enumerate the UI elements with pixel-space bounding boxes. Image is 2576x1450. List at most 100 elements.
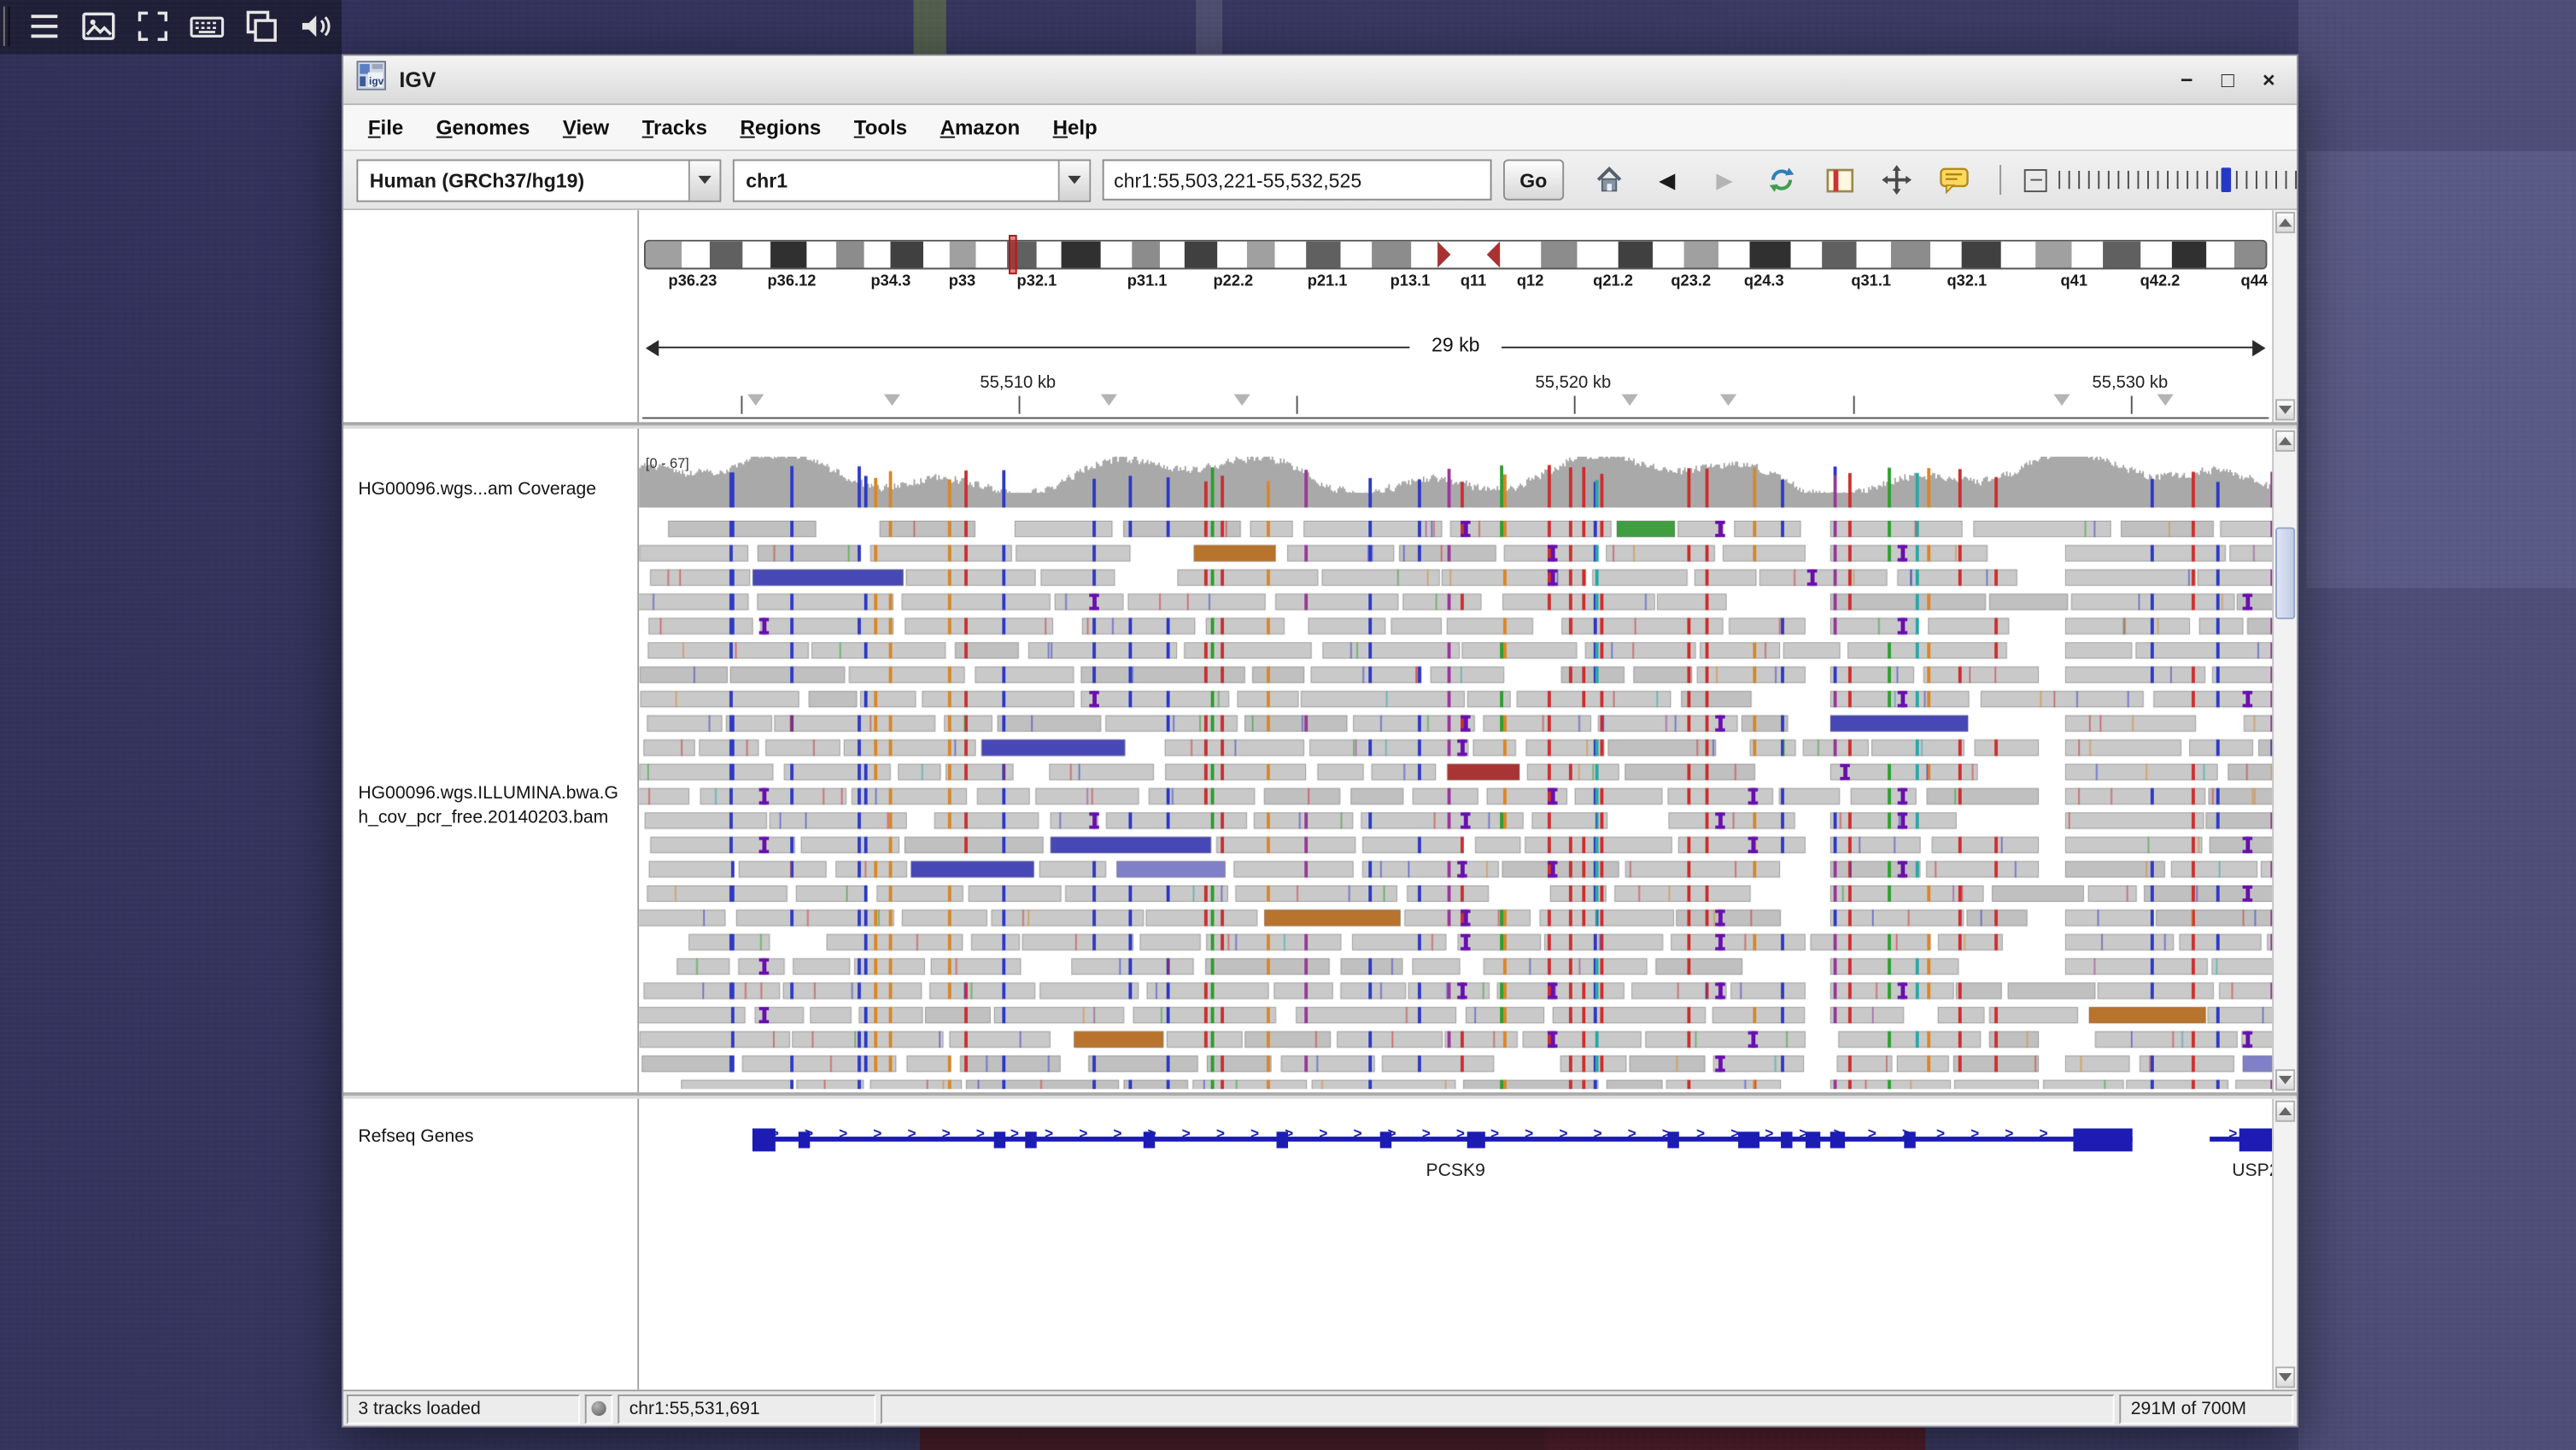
region-tool-icon[interactable] (1822, 161, 1858, 197)
strand-arrow-icon: > (1113, 1126, 1121, 1142)
cytoband-label: q23.2 (1671, 272, 1711, 290)
cytoband-label: q32.1 (1947, 272, 1987, 290)
gene-exon[interactable] (1781, 1131, 1792, 1147)
window-titlebar[interactable]: igv IGV − □ × (343, 56, 2297, 105)
genome-select[interactable]: Human (GRCh37/hg19) (356, 159, 721, 202)
ruler-marker-icon (884, 395, 900, 406)
gene-exon[interactable] (1905, 1131, 1916, 1147)
alignment-data-area[interactable]: [0 - 67] (639, 429, 2272, 1092)
zoom-slider-thumb[interactable] (2221, 167, 2231, 191)
home-icon[interactable] (1591, 161, 1627, 197)
gene-panel-scrollbar[interactable] (2272, 1099, 2297, 1389)
gene-exon[interactable] (2073, 1127, 2132, 1150)
gene-exon[interactable] (1024, 1131, 1035, 1147)
gene-panel: Refseq Genes >>>>>>>>>>>>>>>>>>>>>>>>>>>… (343, 1099, 2297, 1389)
screenshot-icon[interactable] (79, 7, 118, 46)
gene-exon[interactable] (1668, 1131, 1679, 1147)
menu-genomes[interactable]: Genomes (421, 111, 544, 143)
gene-exon[interactable] (1830, 1131, 1844, 1147)
zoom-tick (2069, 170, 2070, 188)
scroll-up-icon[interactable] (2275, 1101, 2295, 1122)
zoom-out-icon[interactable] (2024, 168, 2047, 191)
scroll-down-icon[interactable] (2275, 1366, 2295, 1388)
fit-to-window-icon[interactable] (1879, 161, 1915, 197)
tooltip-bubble-icon[interactable] (1936, 161, 1972, 197)
cytoband-label: q24.3 (1744, 272, 1784, 290)
ideogram-band-labels: p36.23p36.12p34.3p33p32.1p31.1p22.2p21.1… (644, 272, 2267, 292)
locus-panel-scrollbar[interactable] (2272, 210, 2297, 422)
window-controls: − □ × (2172, 65, 2284, 95)
fullscreen-icon[interactable] (133, 7, 173, 46)
dock-grip[interactable] (3, 7, 10, 46)
scrollbar-thumb[interactable] (2275, 527, 2295, 619)
forward-icon[interactable]: ▶ (1707, 161, 1742, 197)
go-button[interactable]: Go (1503, 160, 1564, 201)
gene-exon[interactable] (1144, 1131, 1155, 1147)
locus-panel-data-area[interactable]: p36.23p36.12p34.3p33p32.1p31.1p22.2p21.1… (639, 210, 2272, 422)
coverage-track-name[interactable]: HG00096.wgs...am Coverage (358, 478, 596, 503)
chevron-down-icon[interactable] (1058, 161, 1090, 200)
gene-exon[interactable] (799, 1131, 811, 1147)
gene-exon[interactable] (752, 1127, 776, 1150)
cytoband (646, 242, 682, 268)
gene-exon[interactable] (1380, 1131, 1391, 1147)
chromosome-select[interactable]: chr1 (733, 159, 1091, 202)
gene-track-name[interactable]: Refseq Genes (358, 1126, 473, 1150)
zoom-slider[interactable] (2058, 167, 2297, 193)
svg-text:igv: igv (369, 75, 384, 87)
scroll-up-icon[interactable] (2275, 430, 2295, 452)
menu-help[interactable]: Help (1038, 111, 1112, 143)
alignment-track-name[interactable]: HG00096.wgs.ILLUMINA.bwa.G h_cov_pcr_fre… (358, 782, 618, 832)
gene-exon[interactable] (1467, 1131, 1485, 1147)
cytoband (2140, 242, 2172, 268)
strand-arrow-icon: > (1593, 1126, 1601, 1142)
scroll-up-icon[interactable] (2275, 212, 2295, 233)
gene-exon[interactable] (1738, 1131, 1759, 1147)
gene-exon[interactable] (1805, 1131, 1819, 1147)
speaker-icon[interactable] (296, 7, 335, 46)
menu-tracks[interactable]: Tracks (627, 111, 722, 143)
zoom-tick (2236, 170, 2238, 188)
cytoband (2234, 242, 2266, 268)
centromere (1438, 242, 1501, 268)
zoom-control (2024, 167, 2297, 193)
strand-arrow-icon: > (1970, 1126, 1979, 1142)
cytoband (1062, 242, 1100, 268)
alignment-pileup-canvas[interactable] (639, 452, 2272, 1089)
menu-view[interactable]: View (548, 111, 624, 143)
locus-input[interactable] (1103, 160, 1492, 201)
back-icon[interactable]: ◀ (1649, 161, 1685, 197)
keyboard-icon[interactable] (187, 7, 226, 46)
close-button[interactable]: × (2254, 65, 2284, 95)
menu-icon[interactable] (25, 7, 64, 46)
copy-icon[interactable] (242, 7, 281, 46)
menu-tools[interactable]: Tools (839, 111, 922, 143)
gene-exon[interactable] (993, 1131, 1004, 1147)
maximize-button[interactable]: □ (2213, 65, 2243, 95)
chromosome-ideogram[interactable] (644, 240, 2267, 270)
zoom-tick (2108, 170, 2110, 188)
menu-amazon[interactable]: Amazon (925, 111, 1034, 143)
cytoband (2071, 242, 2103, 268)
minimize-button[interactable]: − (2172, 65, 2202, 95)
coverage-range-label: [0 - 67] (646, 455, 689, 471)
ruler-marker-icon (1720, 395, 1736, 406)
scroll-down-icon[interactable] (2275, 399, 2295, 420)
strand-arrow-icon: > (1319, 1126, 1327, 1142)
ruler-tick (741, 396, 742, 414)
scroll-down-icon[interactable] (2275, 1069, 2295, 1090)
menu-regions[interactable]: Regions (725, 111, 836, 143)
refseq-gene-track[interactable]: >>>>>>>>>>>>>>>>>>>>>>>>>>>>>>>>>>>>>>>>… (639, 1108, 2272, 1187)
menu-file[interactable]: File (354, 111, 419, 143)
alignment-panel-scrollbar[interactable] (2272, 429, 2297, 1092)
strand-arrow-icon: > (839, 1126, 847, 1142)
gene-exon[interactable] (2239, 1127, 2272, 1150)
toolbar-icons: ◀ ▶ │ (1591, 161, 2009, 197)
gene-data-area[interactable]: >>>>>>>>>>>>>>>>>>>>>>>>>>>>>>>>>>>>>>>>… (639, 1099, 2272, 1389)
cytoband (1185, 242, 1218, 268)
status-indicator[interactable] (585, 1394, 613, 1424)
strand-arrow-icon: > (1182, 1126, 1191, 1142)
refresh-icon[interactable] (1764, 161, 1800, 197)
chevron-down-icon[interactable] (688, 161, 720, 200)
gene-exon[interactable] (1276, 1131, 1287, 1147)
